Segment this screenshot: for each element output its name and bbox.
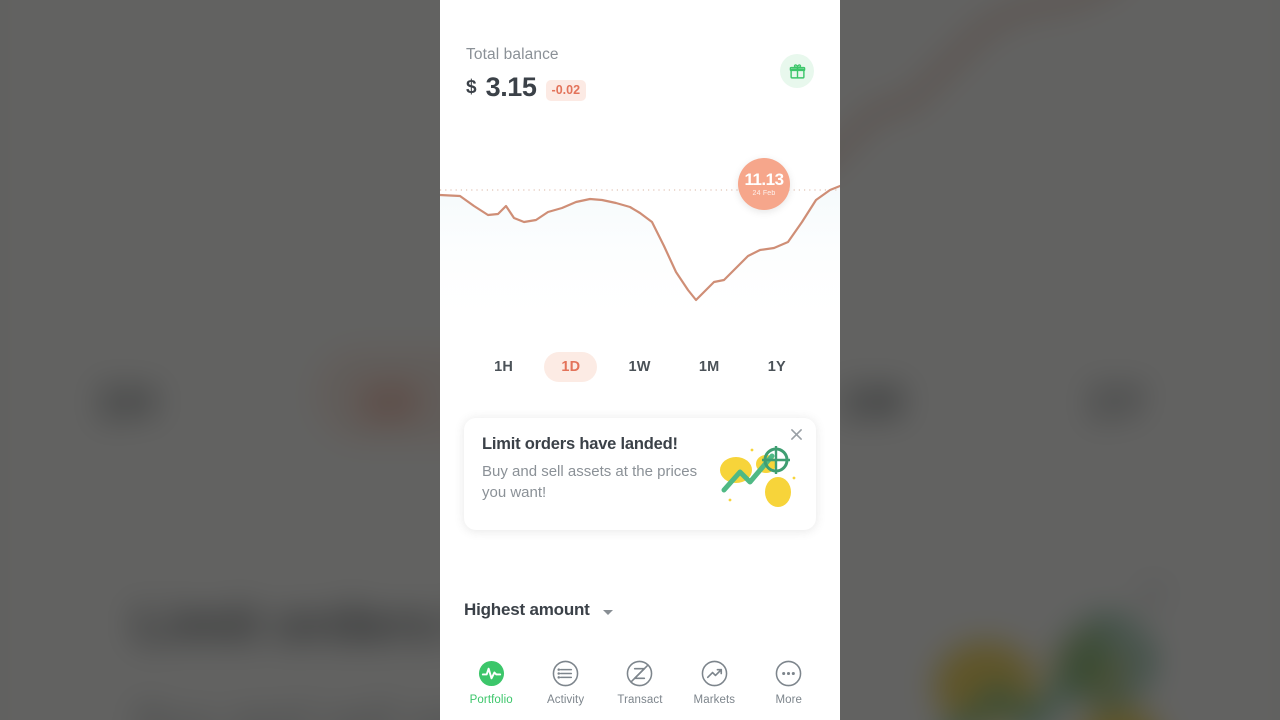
sort-label: Highest amount [464, 600, 590, 619]
nav-item-transact[interactable]: Transact [609, 659, 671, 706]
range-1y[interactable]: 1Y [751, 352, 803, 382]
nav-label-more: More [775, 693, 803, 706]
range-1w[interactable]: 1W [612, 352, 668, 382]
transact-z-icon [625, 659, 655, 689]
bottom-navigation: Portfolio Activity Transact Markets More [440, 650, 840, 720]
balance-change-badge: -0.02 [545, 80, 587, 101]
balance-amount: 3.15 [485, 72, 537, 102]
balance-block: Total balance $ 3.15 -0.02 [466, 46, 587, 103]
nav-item-more[interactable]: More [758, 659, 820, 706]
range-1d[interactable]: 1D [544, 352, 598, 382]
asset-sort-control[interactable]: Highest amount [464, 600, 613, 620]
promo-close-button[interactable] [786, 424, 806, 444]
phone-viewport: Total balance $ 3.15 -0.02 11.13 24 Feb … [440, 0, 840, 720]
nav-label-transact: Transact [617, 693, 663, 706]
close-icon [790, 428, 802, 440]
currency-symbol: $ [466, 76, 477, 98]
markets-trend-icon [699, 659, 729, 689]
activity-list-icon [551, 659, 581, 689]
portfolio-wave-icon [476, 659, 506, 689]
nav-label-activity: Activity [546, 693, 585, 706]
nav-item-portfolio[interactable]: Portfolio [460, 659, 522, 706]
range-1h[interactable]: 1H [477, 352, 530, 382]
balance-chart[interactable]: 11.13 24 Feb [440, 150, 840, 330]
time-range-selector: 1H 1D 1W 1M 1Y [440, 352, 840, 382]
screen-root: Total balance $ 3.15 1H 1D 1W 1M 1Y Limi… [0, 0, 1280, 720]
nav-item-markets[interactable]: Markets [683, 659, 745, 706]
balance-header: Total balance $ 3.15 -0.02 [440, 0, 840, 103]
nav-item-activity[interactable]: Activity [535, 659, 597, 706]
gift-icon [789, 63, 805, 79]
promo-banner[interactable]: Limit orders have landed! Buy and sell a… [464, 418, 816, 530]
promo-subtitle: Buy and sell assets at the prices you wa… [482, 463, 698, 502]
chart-value-marker: 11.13 24 Feb [738, 158, 790, 210]
chevron-down-icon [602, 609, 613, 615]
nav-label-markets: Markets [693, 693, 736, 706]
nav-label-portfolio: Portfolio [469, 693, 513, 706]
balance-label: Total balance [466, 46, 559, 63]
more-dots-icon [774, 659, 804, 689]
gift-button[interactable] [780, 54, 814, 88]
target-chart-illustration-icon [720, 446, 796, 507]
marker-sub: 24 Feb [752, 190, 776, 197]
marker-value: 11.13 [744, 170, 784, 189]
range-1m[interactable]: 1M [682, 352, 737, 382]
